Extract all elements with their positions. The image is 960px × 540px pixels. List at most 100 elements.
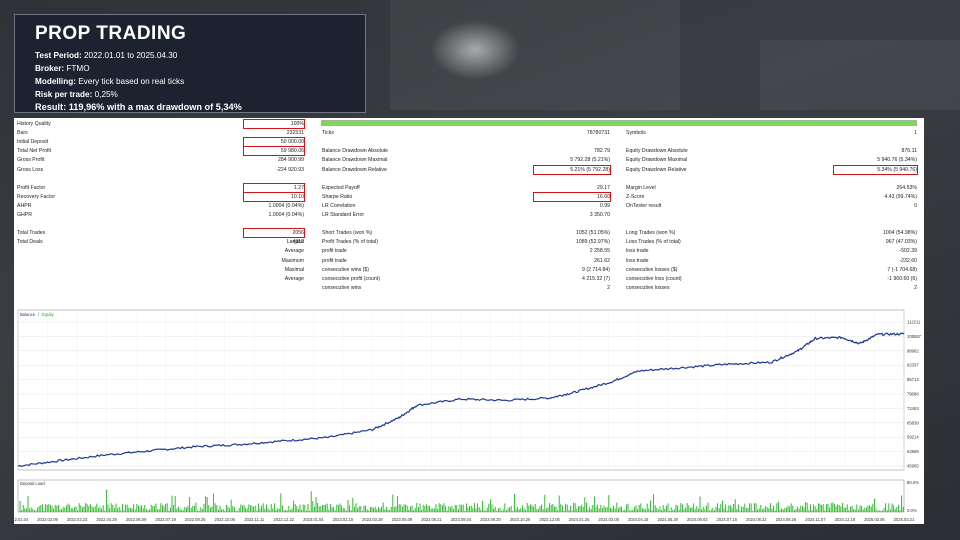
stat-value: 1.27 [243,182,305,193]
y-tick-label: 45965 [907,464,919,469]
stat-value: 3 350.70 [589,212,610,218]
stat-value: 1 [914,130,917,137]
stat-label: Total Net Profit [17,148,52,155]
stat-value: 1004 (54.98%) [882,230,917,237]
x-tick-label: 2024.12.19 [835,517,856,522]
info-row-value: FTMO [64,64,90,73]
info-row: Test Period: 2022.01.01 to 2025.04.30 [35,49,345,62]
stat-label: profit trade [322,257,347,264]
x-tick-label: 2022.12.22 [274,517,295,522]
deposit-load-chart: Deposit Load 80.0% 0.0% 2022.01.04 2022.02.0… [14,479,919,522]
legend-balance: Balance [20,312,36,317]
load-y-tick: 0.0% [907,508,917,513]
history-quality-bar [321,120,917,126]
stat-sub-label: Maximum [281,257,304,264]
stat-sub-label: Maximal [284,266,304,273]
stat-value: 2 [607,284,610,291]
stat-value: 0.99 [599,202,610,209]
bg-ceiling-light [430,20,520,80]
stat-value: 5.34% (5 940.76) [833,164,918,175]
load-y-tick: 80.0% [907,480,919,485]
x-tick-label: 2023.02.15 [333,517,354,522]
stat-label: Recovery Factor [17,193,56,200]
x-tick-label: 2023.08.04 [451,517,472,522]
stat-label: Expected Payoff [322,184,360,191]
stat-value: -1 960.60 (6) [887,275,917,282]
stat-value: 1052 (51.05%) [575,230,610,237]
stat-label: History Quality [17,121,51,127]
x-tick-label: 2024.08.22 [746,517,767,522]
stat-value: 1089 (52.97%) [575,239,610,246]
stat-value: 29.17 [597,184,610,191]
x-tick-label: 2022.01.04 [14,517,29,522]
y-tick-label: 79088 [907,392,919,397]
stat-sub-label: Average [284,248,304,255]
x-tick-label: 2022.10.06 [214,517,235,522]
stat-value: 284 900.99 [278,157,304,164]
stat-value: 264.53% [896,184,917,191]
stat-label: Profit Trades (% of total) [322,239,378,246]
info-row-label: Modelling: [35,77,76,86]
stat-label: Long Trades (won %) [626,230,676,237]
x-tick-label: 2024.04.18 [628,517,649,522]
x-tick-label: 2023.01.04 [303,517,324,522]
stat-value: 1.0004 (0.04%) [268,212,304,218]
x-tick-label: 2022.06.09 [126,517,147,522]
stat-value: 5 792.28 (5.21%) [570,157,610,164]
info-result: Result: 119,96% with a max drawdown of 5… [35,102,242,112]
legend-equity: Equity [42,312,55,317]
y-tick-label: 85713 [907,377,919,382]
bg-wall-panel [760,40,960,110]
y-tick-label: 65839 [907,420,919,425]
y-tick-label: 52589 [907,449,919,454]
stat-label: Loss Trades (% of total) [626,239,681,246]
info-box: PROP TRADING Test Period: 2022.01.01 to … [14,14,366,113]
x-tick-label: 2022.04.29 [96,517,117,522]
stat-label: profit trade [322,248,347,255]
stat-label: Gross Profit [17,157,45,164]
stat-value: 5.21% (5 792.28) [533,164,611,175]
x-tick-label: 2023.10.26 [510,517,531,522]
stat-value: 261.62 [594,257,610,264]
stat-label: OnTester result [626,202,662,209]
stat-sub-label: Average [284,275,304,282]
x-tick-label: 2024.09.26 [776,517,797,522]
info-row: Broker: FTMO [35,62,345,75]
stat-label: Total Deals [17,239,43,246]
x-tick-label: 2024.05.29 [657,517,678,522]
y-tick-label: 112211 [907,320,921,325]
stat-value: 1.0004 (0.04%) [268,202,304,209]
info-row: Risk per trade: 0,25% [35,88,345,101]
x-tick-label: 2025.02.06 [864,517,885,522]
stat-label: consecutive losses ($) [626,266,678,273]
x-tick-label: 2023.06.21 [421,517,442,522]
stat-label: Symbols [626,130,646,137]
stat-label: Equity Drawdown Absolute [626,148,688,155]
stat-value: 9 (2 714.84) [582,266,610,273]
stat-value: 4 215.32 (7) [582,275,610,282]
y-tick-label: 98962 [907,348,919,353]
stat-label: Sharpe Ratio [322,193,353,200]
stat-value: 876.11 [901,148,917,155]
stat-label: Balance Drawdown Maximal [322,157,388,164]
x-tick-label: 2023.12.05 [539,517,560,522]
x-tick-label: 2024.06.03 [687,517,708,522]
info-row-label: Risk per trade: [35,90,93,99]
stat-label: consecutive loss (count) [626,275,682,282]
x-tick-label: 2024.03.08 [598,517,619,522]
stat-value: -224 920.93 [276,166,304,173]
x-tick-label: 2024.01.26 [569,517,590,522]
stat-label: Ticks [322,130,334,137]
stat-label: consecutive wins [322,284,362,291]
x-tick-label: 2023.05.09 [392,517,413,522]
info-row-label: Test Period: [35,51,82,60]
stat-value: 4.43 (99.74%) [884,193,917,200]
info-row-value: 0,25% [92,90,118,99]
stat-label: consecutive profit (count) [322,275,380,282]
x-tick-label: 2022.02.09 [37,517,58,522]
balance-chart: 112211 105587 98962 92337 85713 79088 72463 658… [17,309,922,471]
stat-value: 0 [914,202,917,209]
y-tick-label: 72463 [907,406,919,411]
info-title: PROP TRADING [35,23,187,44]
y-tick-label: 105587 [907,334,922,339]
